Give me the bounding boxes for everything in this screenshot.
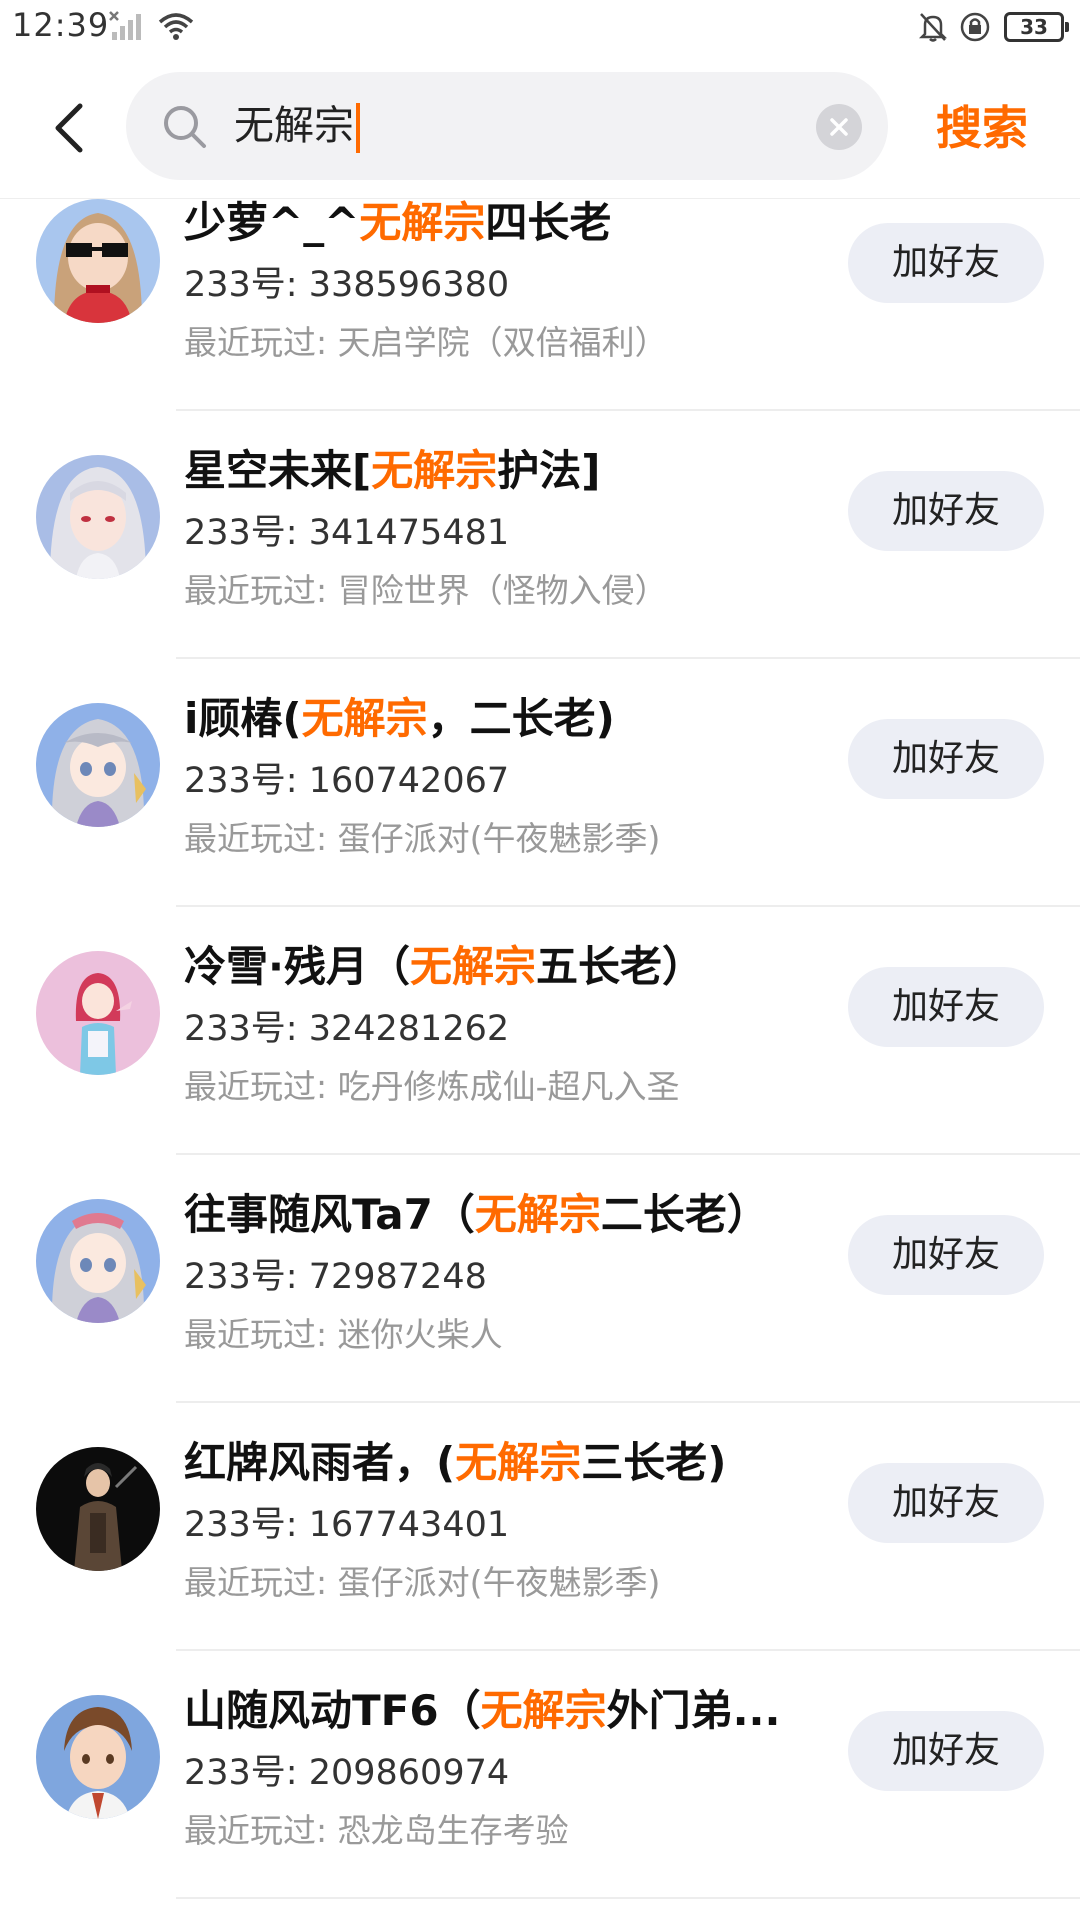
user-id: 233号: 72987248 [184,1257,487,1297]
search-header: 无解宗 搜索 [0,56,1080,199]
search-icon [164,106,206,148]
user-name[interactable]: 冷雪·残月（无解宗五长老） [184,937,784,997]
status-bar: 12:39 33 [0,0,1080,56]
highlight-keyword: 无解宗 [455,1438,582,1487]
add-friend-button[interactable]: 加好友 [848,1463,1044,1543]
bell-muted-icon [918,13,948,42]
search-results-list: 少萝^_^无解宗四长老 233号: 338596380 最近玩过: 天启学院（双… [0,198,1080,1899]
battery-indicator: 33 [1004,12,1069,42]
recently-played: 最近玩过: 冒险世界（怪物入侵） [184,571,668,610]
divider [176,1897,1080,1899]
result-row[interactable]: 少萝^_^无解宗四长老 233号: 338596380 最近玩过: 天启学院（双… [0,198,1080,411]
add-friend-button[interactable]: 加好友 [848,967,1044,1047]
search-query-value: 无解宗 [234,103,354,149]
highlight-keyword: 无解宗 [474,1190,601,1239]
text-caret [356,103,360,153]
highlight-keyword: 无解宗 [371,446,498,495]
user-name[interactable]: 往事随风Ta7（无解宗二长老） [184,1185,784,1245]
close-icon [830,118,848,136]
result-info: 冷雪·残月（无解宗五长老） 233号: 324281262 最近玩过: 吃丹修炼… [184,937,784,1109]
recently-played: 最近玩过: 蛋仔派对(午夜魅影季) [184,819,661,858]
user-name[interactable]: 红牌风雨者，(无解宗三长老) [184,1433,784,1493]
avatar[interactable] [36,951,160,1075]
user-id: 233号: 324281262 [184,1009,510,1049]
user-name[interactable]: 山随风动TF6（无解宗外门弟... [184,1681,784,1741]
result-row[interactable]: i顾椿(无解宗，二长老) 233号: 160742067 最近玩过: 蛋仔派对(… [0,659,1080,907]
recently-played: 最近玩过: 蛋仔派对(午夜魅影季) [184,1563,661,1602]
result-info: 往事随风Ta7（无解宗二长老） 233号: 72987248 最近玩过: 迷你火… [184,1185,784,1357]
recently-played: 最近玩过: 恐龙岛生存考验 [184,1811,569,1850]
status-time: 12:39 [12,6,110,44]
add-friend-button[interactable]: 加好友 [848,719,1044,799]
back-arrow-icon[interactable] [44,96,100,160]
highlight-keyword: 无解宗 [480,1686,607,1735]
result-row[interactable]: 红牌风雨者，(无解宗三长老) 233号: 167743401 最近玩过: 蛋仔派… [0,1403,1080,1651]
search-query-text[interactable]: 无解宗 [234,98,360,154]
result-info: 星空未来[无解宗护法] 233号: 341475481 最近玩过: 冒险世界（怪… [184,441,784,613]
search-button[interactable]: 搜索 [936,92,1028,158]
highlight-keyword: 无解宗 [301,694,428,743]
avatar[interactable] [36,1199,160,1323]
add-friend-button[interactable]: 加好友 [848,471,1044,551]
add-friend-button[interactable]: 加好友 [848,1711,1044,1791]
avatar[interactable] [36,1695,160,1819]
recently-played: 最近玩过: 吃丹修炼成仙-超凡入圣 [184,1067,680,1106]
user-id: 233号: 338596380 [184,265,510,305]
result-row[interactable]: 山随风动TF6（无解宗外门弟... 233号: 209860974 最近玩过: … [0,1651,1080,1899]
recently-played: 最近玩过: 迷你火柴人 [184,1315,503,1354]
recently-played: 最近玩过: 天启学院（双倍福利） [184,323,668,362]
user-name[interactable]: 星空未来[无解宗护法] [184,441,784,501]
user-id: 233号: 341475481 [184,513,510,553]
avatar[interactable] [36,199,160,323]
user-name[interactable]: i顾椿(无解宗，二长老) [184,689,784,749]
signal-off-icon [109,11,141,40]
user-id: 233号: 160742067 [184,761,510,801]
avatar[interactable] [36,1447,160,1571]
user-name[interactable]: 少萝^_^无解宗四长老 [184,193,784,253]
result-row[interactable]: 往事随风Ta7（无解宗二长老） 233号: 72987248 最近玩过: 迷你火… [0,1155,1080,1403]
wifi-icon [158,13,194,40]
search-input[interactable]: 无解宗 [126,72,888,180]
highlight-keyword: 无解宗 [409,942,536,991]
avatar[interactable] [36,455,160,579]
user-id: 233号: 209860974 [184,1753,510,1793]
result-info: 少萝^_^无解宗四长老 233号: 338596380 最近玩过: 天启学院（双… [184,193,784,365]
rotation-lock-icon [960,12,990,42]
result-info: i顾椿(无解宗，二长老) 233号: 160742067 最近玩过: 蛋仔派对(… [184,689,784,861]
result-info: 红牌风雨者，(无解宗三长老) 233号: 167743401 最近玩过: 蛋仔派… [184,1433,784,1605]
add-friend-button[interactable]: 加好友 [848,223,1044,303]
avatar[interactable] [36,703,160,827]
result-row[interactable]: 冷雪·残月（无解宗五长老） 233号: 324281262 最近玩过: 吃丹修炼… [0,907,1080,1155]
add-friend-button[interactable]: 加好友 [848,1215,1044,1295]
clear-search-button[interactable] [816,104,862,150]
highlight-keyword: 无解宗 [359,198,486,247]
result-info: 山随风动TF6（无解宗外门弟... 233号: 209860974 最近玩过: … [184,1681,784,1853]
user-id: 233号: 167743401 [184,1505,510,1545]
result-row[interactable]: 星空未来[无解宗护法] 233号: 341475481 最近玩过: 冒险世界（怪… [0,411,1080,659]
